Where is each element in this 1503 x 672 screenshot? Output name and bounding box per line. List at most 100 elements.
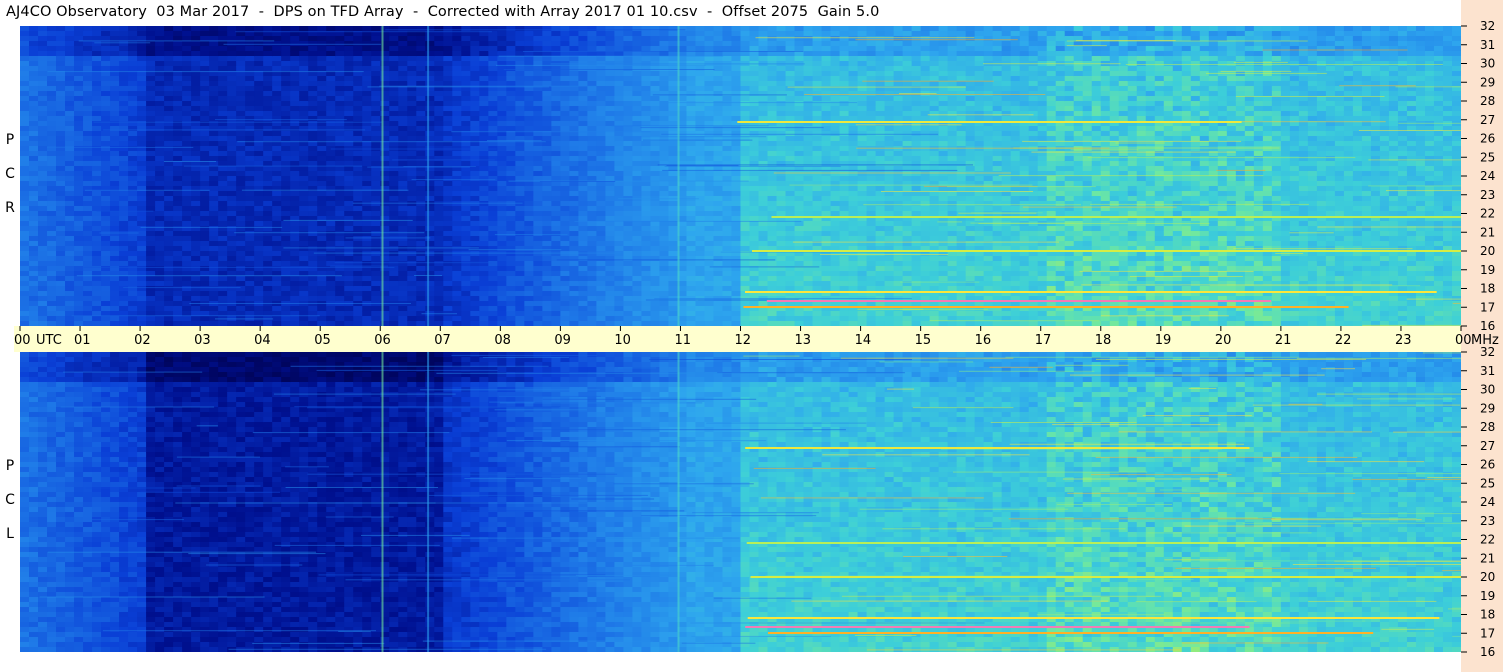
- heatmap-cell: [587, 41, 597, 47]
- heatmap-cell: [614, 111, 625, 117]
- heatmap-cell: [38, 136, 48, 142]
- heatmap-cell: [749, 311, 760, 317]
- heatmap-cell: [398, 291, 408, 297]
- heatmap-cell: [722, 201, 733, 207]
- heatmap-cell: [56, 56, 66, 62]
- heatmap-cell: [191, 46, 201, 52]
- heatmap-cell: [434, 171, 444, 177]
- heatmap-cell: [128, 321, 138, 326]
- heatmap-cell: [83, 241, 93, 247]
- heatmap-cell: [524, 201, 534, 207]
- heatmap-cell: [416, 236, 426, 242]
- heatmap-cell: [758, 41, 769, 47]
- heatmap-cell: [560, 126, 570, 132]
- heatmap-cell: [317, 101, 327, 107]
- heatmap-cell: [56, 211, 66, 217]
- heatmap-cell: [200, 321, 210, 326]
- heatmap-cell: [470, 61, 480, 67]
- heatmap-cell: [659, 191, 670, 197]
- heatmap-cell: [641, 191, 652, 197]
- heatmap-cell: [317, 86, 327, 92]
- heatmap-cell: [65, 51, 75, 57]
- heatmap-cell: [722, 311, 733, 317]
- heatmap-cell: [605, 261, 616, 267]
- heatmap-cell: [695, 211, 706, 217]
- heatmap-cell: [335, 51, 345, 57]
- heatmap-cell: [272, 261, 282, 267]
- heatmap-cell: [461, 196, 471, 202]
- heatmap-cell: [65, 301, 75, 307]
- heatmap-cell: [650, 281, 661, 287]
- heatmap-cell: [650, 166, 661, 172]
- heatmap-cell: [56, 111, 66, 117]
- heatmap-cell: [47, 31, 57, 37]
- heatmap-cell: [515, 46, 525, 52]
- heatmap-cell: [578, 276, 588, 282]
- heatmap-cell: [434, 156, 444, 162]
- heatmap-cell: [551, 196, 561, 202]
- heatmap-cell: [281, 286, 291, 292]
- heatmap-cell: [38, 196, 48, 202]
- heatmap-cell: [650, 56, 661, 62]
- heatmap-cell: [506, 116, 516, 122]
- heatmap-cell: [263, 126, 273, 132]
- heatmap-cell: [38, 71, 48, 77]
- heatmap-cell: [119, 221, 129, 227]
- heatmap-cell: [767, 26, 778, 32]
- heatmap-cell: [29, 256, 39, 262]
- heatmap-cell: [119, 116, 129, 122]
- heatmap-cell: [416, 211, 426, 217]
- heatmap-cell: [569, 121, 579, 127]
- heatmap-cell: [686, 186, 697, 192]
- heatmap-cell: [668, 306, 679, 312]
- heatmap-cell: [200, 306, 210, 312]
- heatmap-cell: [227, 266, 237, 272]
- heatmap-cell: [398, 106, 408, 112]
- heatmap-cell: [578, 121, 588, 127]
- heatmap-cell: [479, 211, 489, 217]
- heatmap-cell: [362, 161, 372, 167]
- heatmap-cell: [614, 311, 625, 317]
- heatmap-cell: [83, 181, 93, 187]
- heatmap-cell: [668, 211, 679, 217]
- heatmap-cell: [182, 226, 192, 232]
- heatmap-cell: [749, 236, 760, 242]
- heatmap-cell: [236, 86, 246, 92]
- heatmap-cell: [452, 36, 462, 42]
- heatmap-cell: [749, 171, 760, 177]
- heatmap-cell: [362, 56, 372, 62]
- heatmap-cell: [497, 226, 507, 232]
- heatmap-cell: [488, 321, 498, 326]
- heatmap-cell: [182, 151, 192, 157]
- heatmap-cell: [452, 26, 462, 32]
- heatmap-cell: [605, 186, 616, 192]
- heatmap-cell: [389, 241, 399, 247]
- heatmap-cell: [569, 101, 579, 107]
- heatmap-cell: [65, 171, 75, 177]
- heatmap-cell: [452, 281, 462, 287]
- heatmap-cell: [497, 176, 507, 182]
- heatmap-cell: [551, 301, 561, 307]
- heatmap-cell: [506, 221, 516, 227]
- heatmap-cell: [551, 281, 561, 287]
- heatmap-cell: [632, 46, 643, 52]
- heatmap-cell: [533, 216, 543, 222]
- heatmap-cell: [101, 116, 111, 122]
- heatmap-cell: [758, 96, 769, 102]
- heatmap-cell: [65, 156, 75, 162]
- heatmap-cell: [524, 96, 534, 102]
- heatmap-cell: [659, 46, 670, 52]
- heatmap-cell: [155, 296, 165, 302]
- heatmap-cell: [335, 76, 345, 82]
- heatmap-cell: [299, 131, 309, 137]
- heatmap-cell: [245, 266, 255, 272]
- heatmap-cell: [407, 246, 417, 252]
- heatmap-cell: [668, 231, 679, 237]
- heatmap-cell: [263, 116, 273, 122]
- heatmap-cell: [20, 66, 30, 72]
- heatmap-cell: [407, 286, 417, 292]
- heatmap-cell: [632, 66, 643, 72]
- heatmap-cell: [20, 156, 30, 162]
- heatmap-cell: [407, 171, 417, 177]
- heatmap-cell: [263, 186, 273, 192]
